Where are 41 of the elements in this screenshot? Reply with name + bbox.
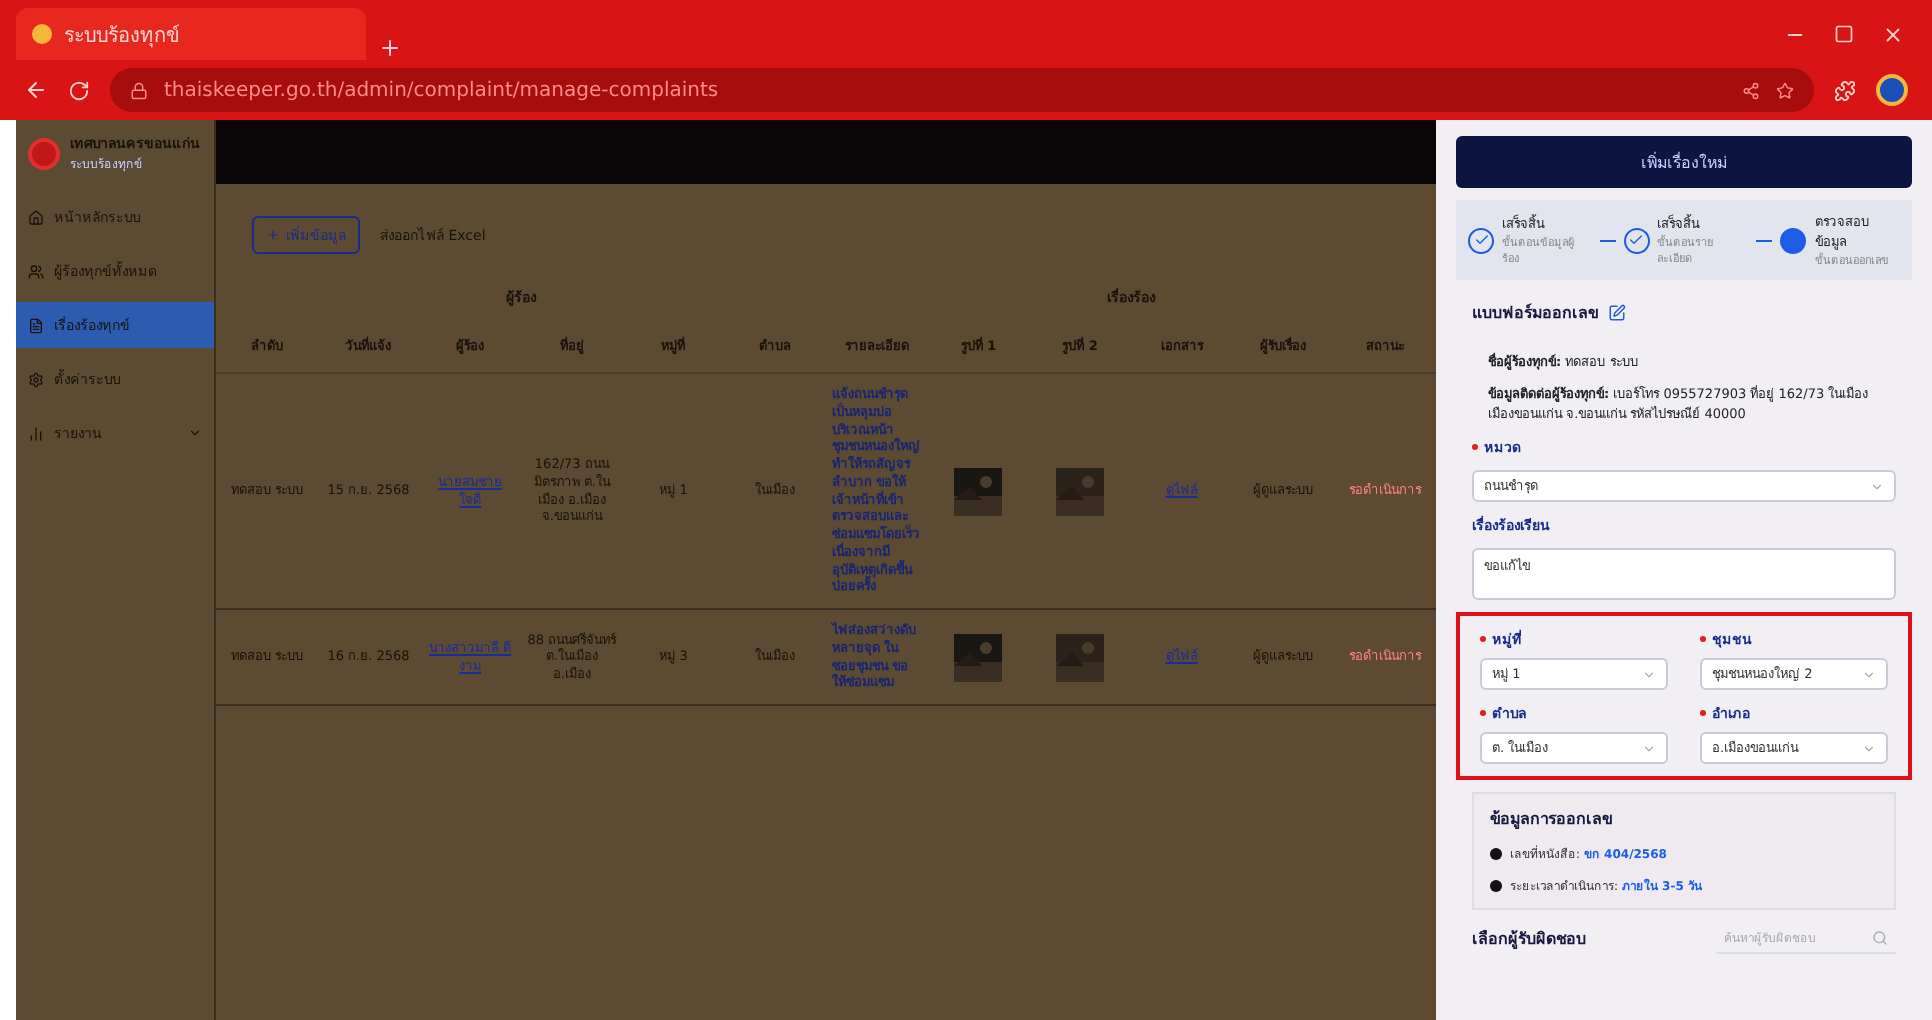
tab-title: ระบบร้องทุกข์	[64, 22, 180, 49]
logo-icon	[28, 137, 60, 169]
required-dot-icon	[1700, 710, 1706, 717]
bullet-icon	[1490, 880, 1502, 893]
favicon-icon	[32, 24, 52, 44]
chevron-down-icon	[1642, 741, 1656, 756]
address-bar[interactable]: thaiskeeper.go.th/admin/complaint/manage-complaints	[110, 68, 1814, 112]
assignee-label: เลือกผู้รับผิดชอบ	[1472, 927, 1586, 952]
menu-item-icon	[28, 425, 44, 441]
maximize-icon[interactable]	[1834, 24, 1854, 44]
chevron-down-icon	[1862, 667, 1876, 682]
browser-tab[interactable]: ระบบร้องทุกข์	[16, 8, 366, 60]
close-icon[interactable]	[1882, 23, 1904, 45]
star-icon[interactable]	[1776, 81, 1794, 99]
chevron-down-icon	[1870, 479, 1884, 494]
form-title: แบบฟอร์มออกเลข	[1472, 301, 1598, 326]
chevron-down-icon	[1642, 667, 1656, 682]
bullet-icon	[1490, 848, 1502, 861]
back-icon[interactable]	[24, 78, 48, 102]
new-complaint-button[interactable]: เพิ่มเรื่องใหม่	[1456, 136, 1912, 188]
menu-item-icon	[28, 263, 44, 279]
required-dot-icon	[1480, 636, 1486, 643]
menu-item-icon	[28, 371, 44, 387]
lock-icon	[130, 81, 148, 99]
required-dot-icon	[1700, 636, 1706, 643]
share-icon[interactable]	[1742, 81, 1760, 99]
box-title: ข้อมูลการออกเลข	[1490, 808, 1614, 833]
required-dot-icon	[1480, 710, 1486, 717]
caret-icon	[188, 426, 202, 440]
required-dot-icon	[1472, 444, 1478, 451]
extension-icon[interactable]	[1834, 79, 1856, 101]
plus-icon	[266, 228, 280, 242]
search-icon	[1872, 929, 1888, 946]
menu-item-icon	[28, 209, 44, 225]
profile-avatar[interactable]	[1876, 74, 1908, 106]
menu-item-icon	[28, 317, 44, 333]
url-text: thaiskeeper.go.th/admin/complaint/manage-complaints	[164, 79, 719, 101]
reload-icon[interactable]	[68, 79, 90, 101]
new-tab-icon[interactable]	[378, 36, 402, 60]
edit-icon[interactable]	[1608, 304, 1626, 322]
chevron-down-icon	[1862, 741, 1876, 756]
